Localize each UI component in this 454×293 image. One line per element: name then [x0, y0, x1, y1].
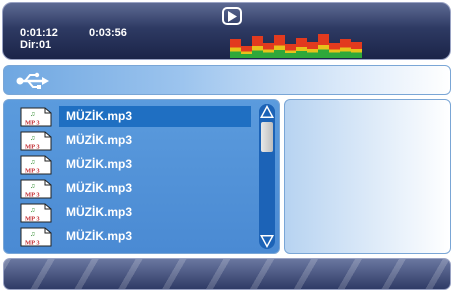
svg-text:♫: ♫	[30, 207, 35, 214]
list-item[interactable]: ♫ MP 3 MÜZİK.mp3	[19, 154, 254, 175]
svg-text:♫: ♫	[30, 231, 35, 238]
svg-text:MP 3: MP 3	[25, 240, 40, 247]
svg-text:MP 3: MP 3	[25, 144, 40, 151]
directory-label: Dir:01	[20, 39, 52, 51]
status-bar	[3, 258, 451, 290]
mp3-file-icon: ♫ MP 3	[20, 131, 52, 151]
scroll-up-icon[interactable]	[259, 104, 275, 120]
mp3-file-icon: ♫ MP 3	[20, 227, 52, 247]
equalizer-bar	[318, 34, 329, 58]
list-item[interactable]: ♫ MP 3 MÜZİK.mp3	[19, 226, 254, 247]
play-icon	[228, 10, 237, 22]
scrollbar-thumb[interactable]	[261, 122, 273, 152]
usb-icon	[16, 72, 49, 89]
list-item[interactable]: ♫ MP 3 MÜZİK.mp3	[19, 202, 254, 223]
svg-text:♫: ♫	[30, 135, 35, 142]
play-button[interactable]	[222, 7, 242, 25]
file-list-scrollbar[interactable]	[259, 104, 275, 249]
list-item[interactable]: ♫ MP 3 MÜZİK.mp3	[19, 106, 254, 127]
list-item-label: MÜZİK.mp3	[66, 181, 132, 195]
scroll-down-icon[interactable]	[259, 233, 275, 249]
list-item[interactable]: ♫ MP 3 MÜZİK.mp3	[19, 130, 254, 151]
equalizer-bar	[241, 46, 252, 58]
preview-panel	[284, 99, 451, 254]
source-path-bar[interactable]	[3, 65, 451, 95]
mp3-file-icon: ♫ MP 3	[20, 155, 52, 175]
file-list-panel: ♫ MP 3 MÜZİK.mp3 ♫ MP 3 MÜZİK.mp3 ♫ MP 3 MÜZİK.m…	[3, 99, 280, 254]
equalizer-bar	[351, 42, 362, 58]
total-time: 0:03:56	[89, 27, 127, 39]
list-item-label: MÜZİK.mp3	[66, 229, 132, 243]
elapsed-time: 0:01:12	[20, 27, 58, 39]
svg-text:♫: ♫	[30, 183, 35, 190]
svg-text:MP 3: MP 3	[25, 192, 40, 199]
list-item-label: MÜZİK.mp3	[66, 205, 132, 219]
mp3-file-icon: ♫ MP 3	[20, 107, 52, 127]
svg-text:♫: ♫	[30, 111, 35, 118]
equalizer-bar	[340, 39, 351, 58]
svg-text:MP 3: MP 3	[25, 216, 40, 223]
mp3-file-icon: ♫ MP 3	[20, 203, 52, 223]
equalizer-bar	[263, 43, 274, 58]
equalizer-bar	[252, 36, 263, 58]
equalizer-bar	[274, 35, 285, 58]
equalizer-bar	[296, 38, 307, 58]
player-panel: 0:01:12 0:03:56 Dir:01	[2, 2, 451, 60]
list-item[interactable]: ♫ MP 3 MÜZİK.mp3	[19, 178, 254, 199]
equalizer-bar	[285, 44, 296, 58]
mp3-file-icon: ♫ MP 3	[20, 179, 52, 199]
svg-text:♫: ♫	[30, 159, 35, 166]
svg-text:MP 3: MP 3	[25, 168, 40, 175]
svg-text:MP 3: MP 3	[25, 120, 40, 127]
list-item-label: MÜZİK.mp3	[66, 109, 132, 123]
equalizer-bar	[329, 43, 340, 58]
equalizer-visualizer	[230, 31, 362, 58]
equalizer-bar	[230, 39, 241, 58]
list-item-label: MÜZİK.mp3	[66, 133, 132, 147]
list-item-label: MÜZİK.mp3	[66, 157, 132, 171]
equalizer-bar	[307, 42, 318, 58]
